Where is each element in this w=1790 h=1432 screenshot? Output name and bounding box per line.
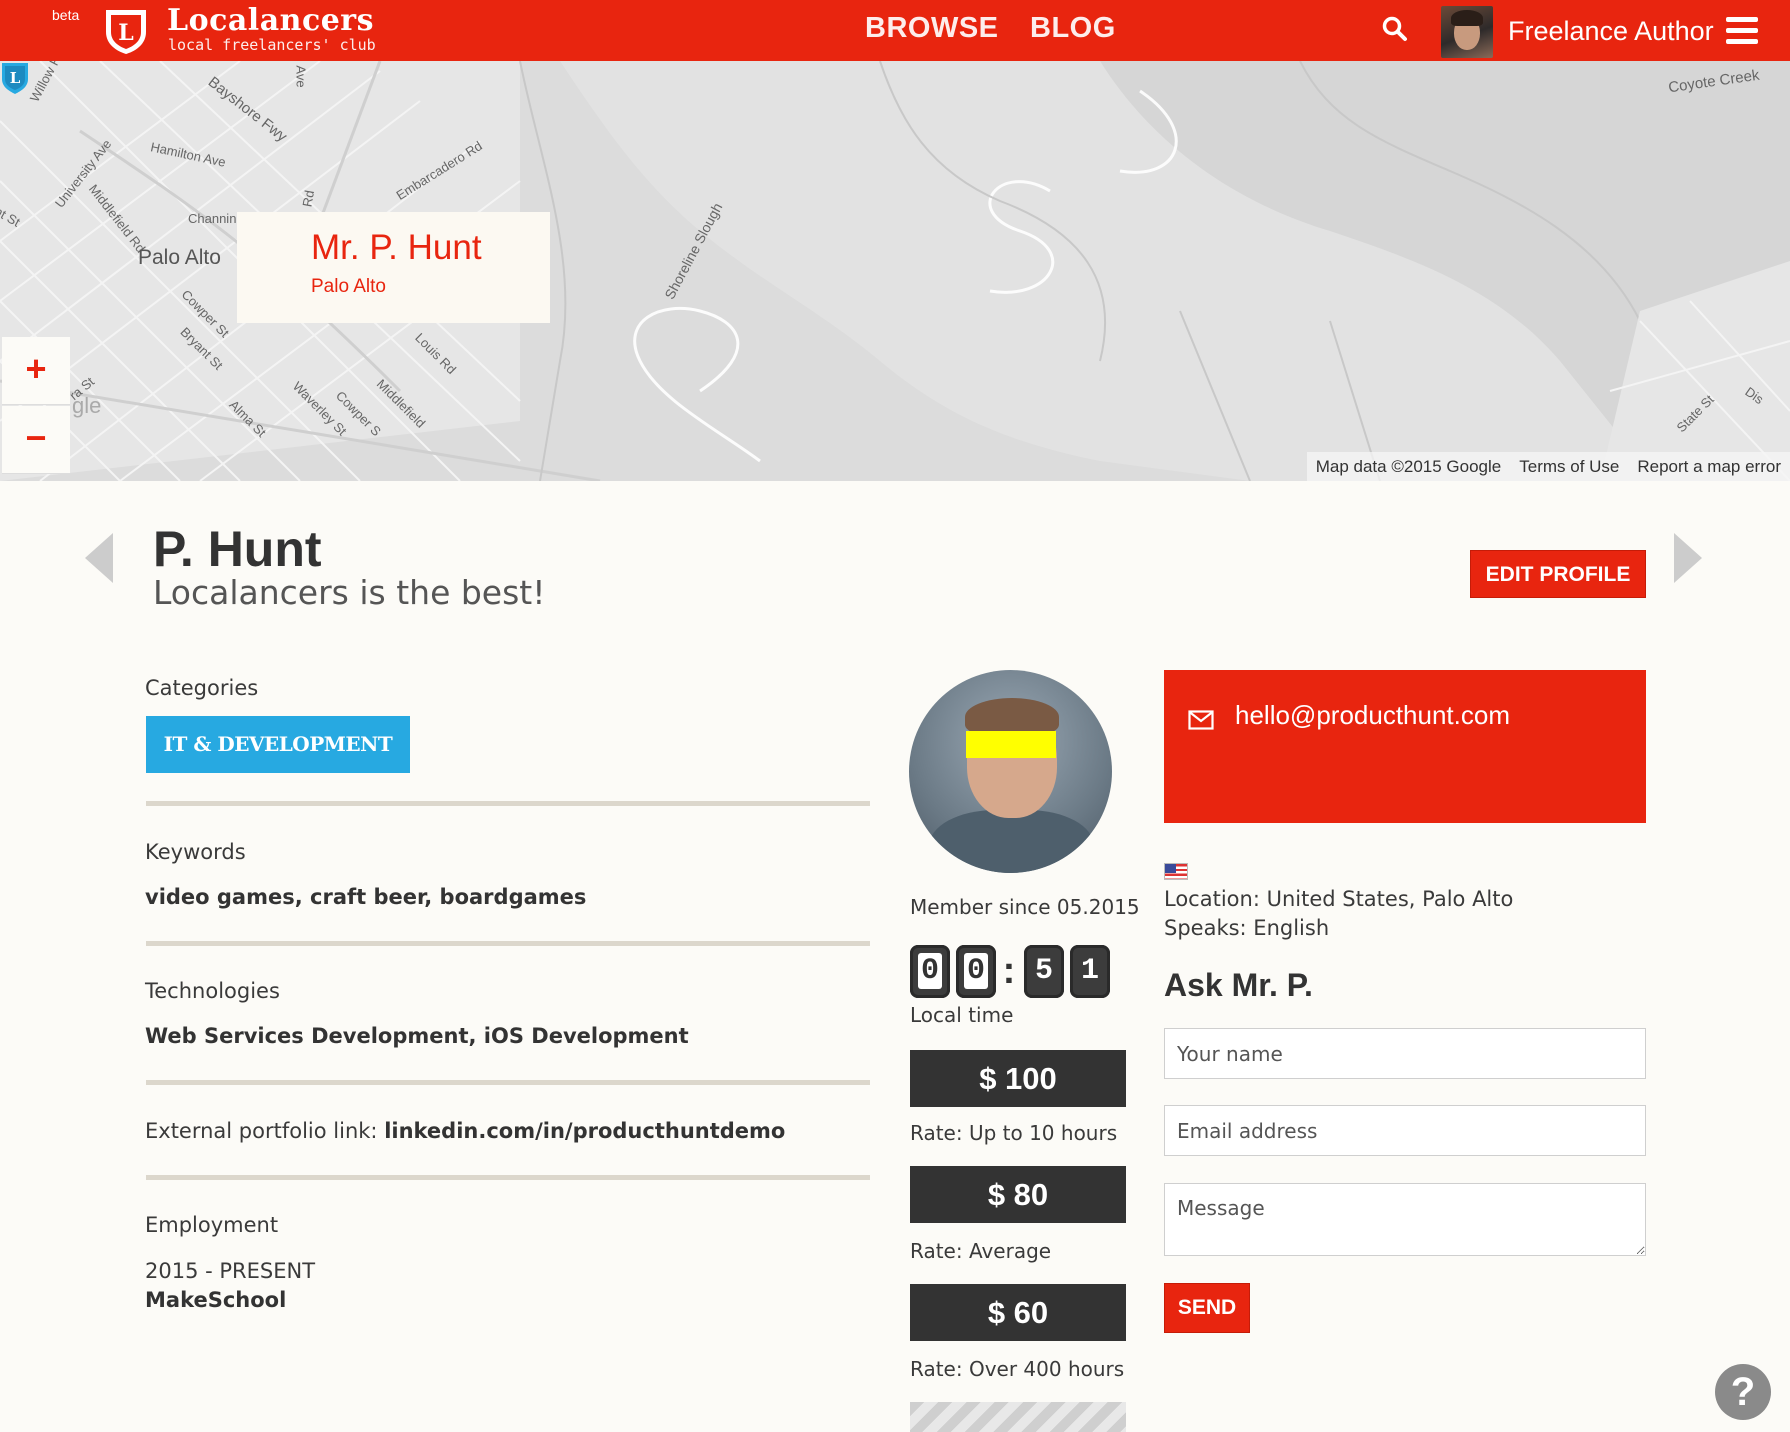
clock-digit: 5: [1024, 945, 1064, 998]
name-input[interactable]: [1164, 1028, 1646, 1079]
local-time-clock: 0 0 : 5 1: [910, 945, 1116, 998]
map-label-rd: Rd: [299, 189, 318, 208]
map-marker-letter: L: [10, 69, 21, 87]
section-divider: [146, 1080, 870, 1085]
member-since: Member since 05.2015: [910, 895, 1140, 919]
map-label-channing: Channin: [188, 211, 237, 226]
portfolio-row: External portfolio link: linkedin.com/in…: [145, 1119, 785, 1143]
logo-shield-icon[interactable]: L: [102, 6, 150, 56]
keywords-value: video games, craft beer, boardgames: [145, 885, 587, 909]
rate-label: Rate: Over 400 hours: [910, 1357, 1125, 1381]
keywords-label: Keywords: [145, 840, 246, 864]
map-data-credit: Map data ©2015 Google: [1315, 457, 1502, 476]
send-button[interactable]: SEND: [1164, 1283, 1250, 1333]
next-profile-arrow[interactable]: [1674, 533, 1702, 583]
profile-name: P. Hunt: [153, 521, 322, 577]
previous-profile-arrow[interactable]: [85, 533, 113, 583]
clock-digit: 0: [956, 945, 996, 998]
clock-digit: 0: [910, 945, 950, 998]
zoom-in-button[interactable]: +: [2, 337, 70, 405]
ask-form-title: Ask Mr. P.: [1164, 967, 1313, 1003]
rate-value: $ 80: [910, 1166, 1126, 1223]
map-terms-link[interactable]: Terms of Use: [1510, 452, 1628, 481]
rate-label: Rate: Up to 10 hours: [910, 1121, 1118, 1145]
brand-name[interactable]: Localancers: [167, 3, 374, 38]
email-address[interactable]: hello@producthunt.com: [1235, 700, 1510, 731]
top-navigation-bar: beta L Localancers local freelancers' cl…: [0, 0, 1790, 61]
nav-browse-link[interactable]: BROWSE: [865, 12, 999, 45]
email-contact-box[interactable]: hello@producthunt.com: [1164, 670, 1646, 823]
rate-value: $ 100: [910, 1050, 1126, 1107]
rate-label: Rate: Average: [910, 1239, 1052, 1263]
map-report-error-link[interactable]: Report a map error: [1628, 452, 1790, 481]
portfolio-label: External portfolio link:: [145, 1119, 385, 1143]
map-label-google: gle: [72, 393, 102, 418]
nav-blog-link[interactable]: BLOG: [1030, 12, 1116, 45]
categories-label: Categories: [145, 676, 259, 700]
section-divider: [146, 801, 870, 806]
technologies-label: Technologies: [145, 979, 280, 1003]
map-info-callout[interactable]: Mr. P. Hunt Palo Alto: [237, 212, 550, 323]
clock-separator: :: [1002, 950, 1016, 992]
portfolio-link[interactable]: linkedin.com/in/producthuntdemo: [384, 1119, 785, 1143]
clock-digit: 1: [1070, 945, 1110, 998]
email-input[interactable]: [1164, 1105, 1646, 1156]
location-text: Location: United States, Palo Alto: [1164, 887, 1514, 911]
local-time-label: Local time: [910, 1003, 1014, 1027]
map-label-ave: Ave: [293, 65, 309, 88]
employment-company: MakeSchool: [145, 1288, 287, 1312]
badges-strip: [910, 1402, 1126, 1432]
category-tag[interactable]: IT & DEVELOPMENT: [146, 716, 410, 773]
envelope-icon: [1188, 710, 1214, 730]
languages-text: Speaks: English: [1164, 916, 1330, 940]
profile-photo: [909, 670, 1112, 873]
zoom-out-button[interactable]: −: [2, 406, 70, 474]
beta-badge: beta: [52, 7, 80, 23]
map-label-palo-alto: Palo Alto: [138, 246, 221, 269]
profile-tagline: Localancers is the best!: [153, 573, 546, 612]
message-textarea[interactable]: [1164, 1183, 1646, 1256]
brand-subtitle: local freelancers' club: [168, 36, 376, 54]
logo-letter: L: [118, 20, 133, 46]
section-divider: [146, 941, 870, 946]
help-button[interactable]: ?: [1715, 1364, 1771, 1420]
callout-city: Palo Alto: [311, 276, 386, 297]
hamburger-menu-icon[interactable]: [1726, 17, 1758, 45]
callout-name: Mr. P. Hunt: [311, 228, 482, 267]
map-attribution: Map data ©2015 Google Terms of Use Repor…: [1306, 452, 1790, 481]
employment-label: Employment: [145, 1213, 279, 1237]
us-flag-icon: [1164, 863, 1188, 880]
map-marker-icon[interactable]: L: [0, 61, 30, 95]
user-name-link[interactable]: Freelance Author: [1508, 16, 1714, 47]
user-avatar[interactable]: [1441, 6, 1493, 58]
rate-value: $ 60: [910, 1284, 1126, 1341]
edit-profile-button[interactable]: EDIT PROFILE: [1470, 550, 1646, 598]
technologies-value: Web Services Development, iOS Developmen…: [145, 1024, 689, 1048]
section-divider: [146, 1175, 870, 1180]
location-map[interactable]: Willow R Bayshore Fwy Ave Hamilton Ave U…: [0, 61, 1790, 481]
employment-period: 2015 - PRESENT: [145, 1259, 316, 1283]
search-icon[interactable]: [1382, 16, 1408, 42]
